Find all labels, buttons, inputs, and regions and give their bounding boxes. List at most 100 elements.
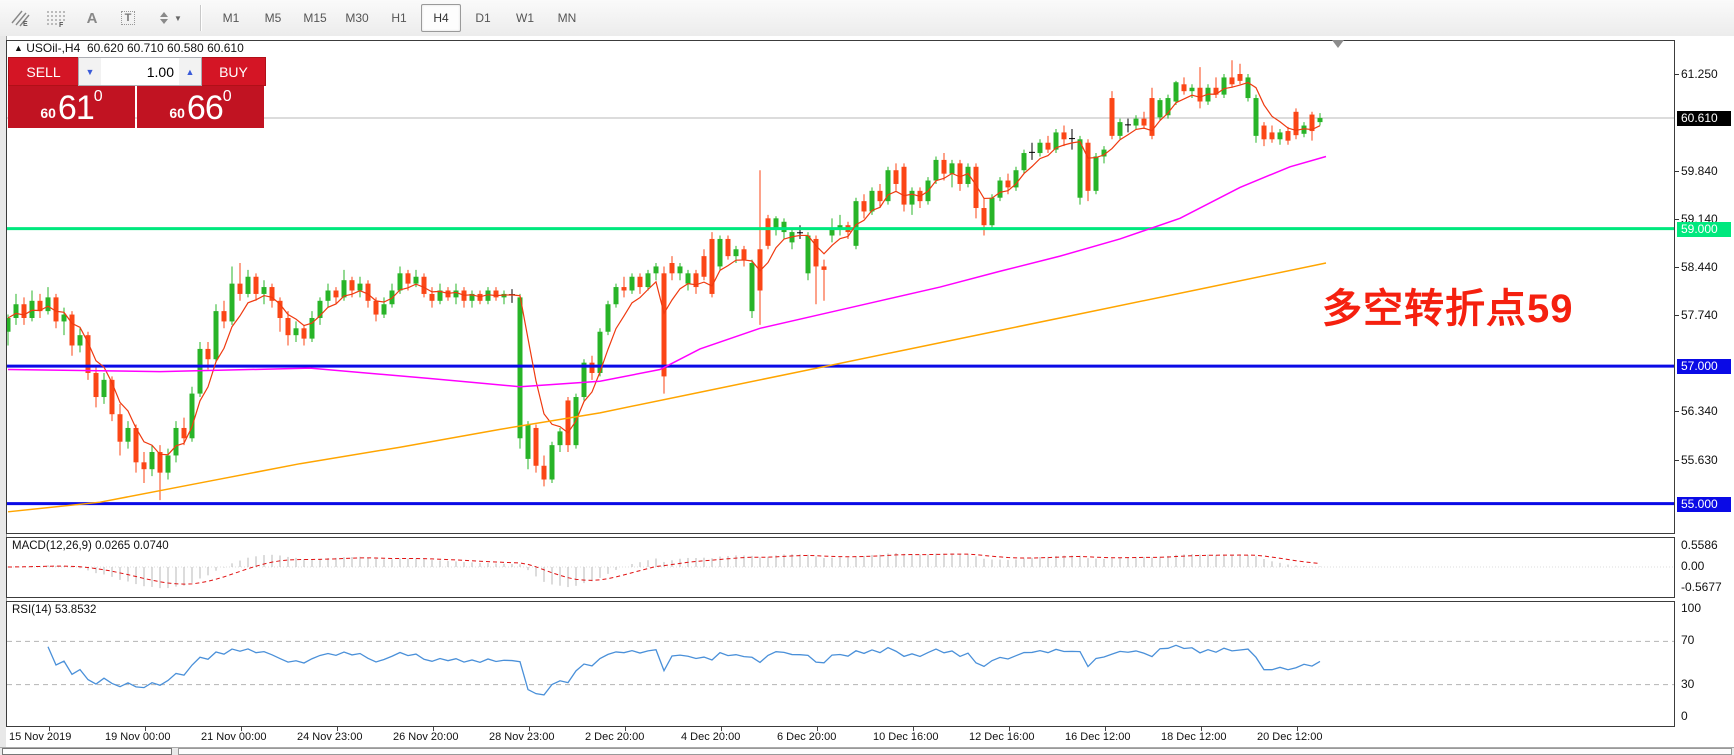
status-strip-left-box [2,748,172,755]
sell-price-prefix: 60 [40,105,56,121]
time-axis-label: 28 Nov 23:00 [489,731,555,743]
macd-axis-label: -0.5677 [1681,580,1722,594]
time-tick-mark [529,727,530,731]
price-tick-label: 55.630 [1681,453,1718,467]
price-tick-label: 58.440 [1681,260,1718,274]
time-axis-label: 2 Dec 20:00 [585,731,645,743]
arrows-tool-icon[interactable]: ▼ [148,3,190,33]
time-axis-label: 6 Dec 20:00 [777,731,837,743]
price-tick-mark [1675,315,1679,316]
volume-increase-button[interactable]: ▲ [179,58,201,85]
price-tick-label: 59.840 [1681,164,1718,178]
timeframe-m30[interactable]: M30 [337,4,377,32]
mt4-terminal: E F A T ▼ M1 M5 M15 M30 H1 H4 D1 W1 MN ▲… [0,0,1734,755]
macd-axis-label: 0.00 [1681,559,1705,573]
status-strip-right-box [178,748,1732,755]
timeframe-h4[interactable]: H4 [421,4,461,32]
macd-panel[interactable] [6,537,1675,598]
symbol-label: USOil-,H4 [26,41,81,55]
price-badge: 55.000 [1677,497,1731,512]
volume-value[interactable]: 1.00 [101,58,179,85]
price-tick-mark [1675,267,1679,268]
time-tick-mark [1009,727,1010,731]
chart-text-annotation[interactable]: 多空转折点59 [1322,276,1574,334]
timeframe-group: M1 M5 M15 M30 H1 H4 D1 W1 MN [210,4,588,32]
time-axis-label: 20 Dec 12:00 [1257,731,1323,743]
timeframe-m15[interactable]: M15 [295,4,335,32]
price-tick-mark [1675,219,1679,220]
time-tick-mark [145,727,146,731]
time-axis-label: 12 Dec 16:00 [969,731,1035,743]
time-tick-mark [241,727,242,731]
rsi-chart [7,640,1674,696]
time-axis-label: 10 Dec 16:00 [873,731,939,743]
rsi-label: RSI(14) 53.8532 [12,604,97,616]
time-tick-mark [721,727,722,731]
dropdown-caret-icon: ▼ [174,13,182,23]
sell-price-sup: 0 [93,88,103,105]
price-tick-mark [1675,74,1679,75]
timeframe-m5[interactable]: M5 [253,4,293,32]
text-label-icon[interactable]: A [76,3,108,33]
one-click-trading-widget: SELL ▼ 1.00 ▲ BUY 60 61 0 60 66 0 [8,57,266,128]
rsi-axis-label: 30 [1681,677,1695,691]
rsi-axis-label: 0 [1681,709,1688,723]
macd-axis-label: 0.5586 [1681,538,1718,552]
buy-price-main: 66 [186,89,224,127]
price-tick-label: 61.250 [1681,67,1718,81]
time-axis-label: 18 Dec 12:00 [1161,731,1227,743]
time-tick-mark [49,727,50,731]
toolbar: E F A T ▼ M1 M5 M15 M30 H1 H4 D1 W1 MN [0,0,1734,37]
price-badge: 59.000 [1677,222,1731,237]
timeframe-d1[interactable]: D1 [463,4,503,32]
timeframe-w1[interactable]: W1 [505,4,545,32]
time-axis-label: 26 Nov 20:00 [393,731,459,743]
sell-button[interactable]: SELL [8,57,78,86]
rsi-panel[interactable] [6,601,1675,727]
time-tick-mark [913,727,914,731]
price-tick-mark [1675,171,1679,172]
time-axis-label: 16 Dec 12:00 [1065,731,1131,743]
buy-button[interactable]: BUY [202,57,266,86]
buy-price-display[interactable]: 60 66 0 [137,86,264,128]
buy-price-prefix: 60 [169,105,185,121]
sell-price-main: 61 [57,89,95,127]
time-axis-label: 15 Nov 2019 [9,731,72,743]
volume-decrease-button[interactable]: ▼ [79,58,101,85]
rsi-axis-label: 70 [1681,633,1695,647]
time-tick-mark [817,727,818,731]
toolbar-separator [200,5,202,31]
time-tick-mark [1105,727,1106,731]
macd-chart [7,553,1674,589]
time-tick-mark [625,727,626,731]
time-tick-mark [433,727,434,731]
time-tick-mark [1297,727,1298,731]
time-axis-label: 21 Nov 00:00 [201,731,267,743]
svg-text:E: E [23,21,28,27]
equidistant-channel-icon[interactable]: E [4,3,36,33]
macd-label: MACD(12,26,9) 0.0265 0.0740 [12,540,169,552]
price-tick-label: 57.740 [1681,308,1718,322]
price-badge: 60.610 [1677,111,1731,126]
volume-field: ▼ 1.00 ▲ [78,57,202,86]
chart-shift-marker-icon[interactable] [1332,40,1344,48]
sell-price-display[interactable]: 60 61 0 [8,86,135,128]
collapse-triangle-icon[interactable]: ▲ [14,43,23,53]
timeframe-h1[interactable]: H1 [379,4,419,32]
rsi-axis-label: 100 [1681,601,1702,615]
price-tick-mark [1675,411,1679,412]
fibonacci-icon[interactable]: F [40,3,72,33]
price-tick-mark [1675,460,1679,461]
timeframe-m1[interactable]: M1 [211,4,251,32]
price-tick-label: 56.340 [1681,404,1718,418]
text-box-icon[interactable]: T [112,3,144,33]
symbol-ohlc-header: ▲ USOil-,H4 60.620 60.710 60.580 60.610 [14,41,244,55]
timeframe-mn[interactable]: MN [547,4,587,32]
time-tick-mark [1201,727,1202,731]
svg-text:F: F [59,22,64,27]
time-tick-mark [337,727,338,731]
time-axis-label: 4 Dec 20:00 [681,731,741,743]
price-badge: 57.000 [1677,359,1731,374]
buy-price-sup: 0 [222,88,232,105]
time-axis-label: 19 Nov 00:00 [105,731,171,743]
